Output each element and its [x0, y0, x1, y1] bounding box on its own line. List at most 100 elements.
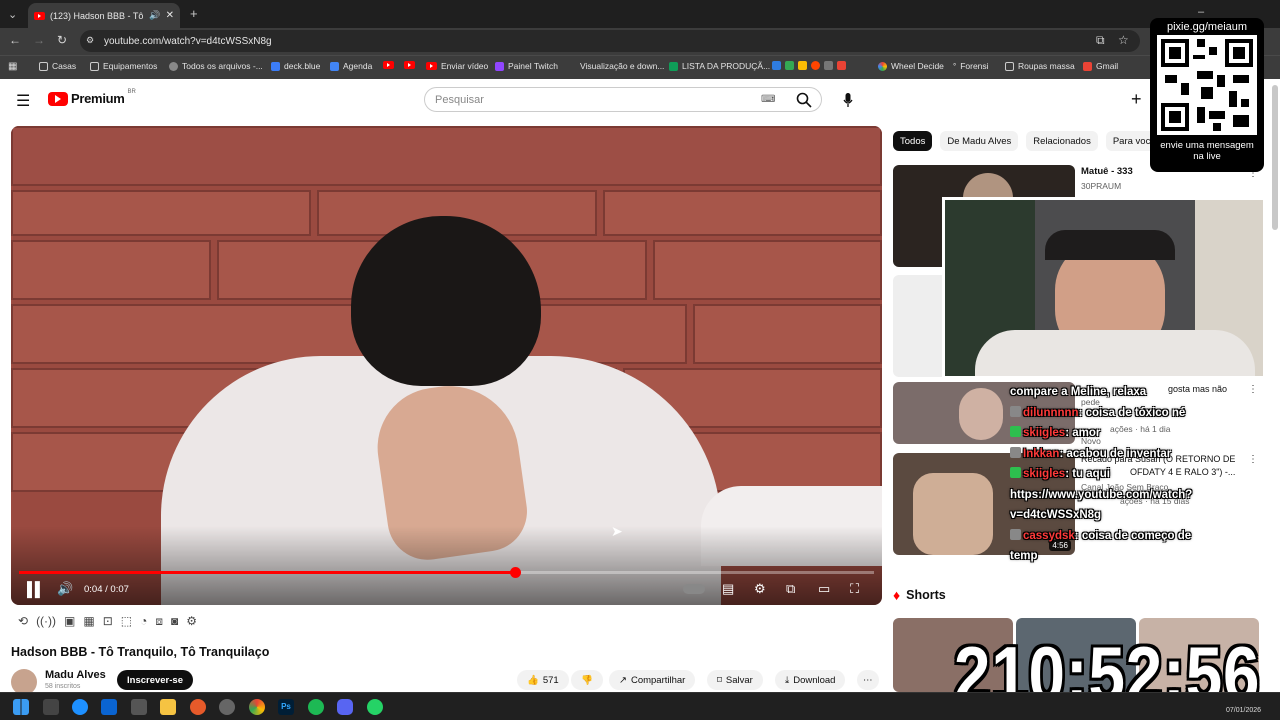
bookmark-painel-twitch[interactable]: Painel Twitch	[495, 61, 558, 71]
whatsapp-icon[interactable]	[367, 699, 383, 715]
voice-search-button[interactable]	[835, 87, 860, 112]
page-scrollbar[interactable]	[1272, 85, 1278, 230]
bookmark-casas[interactable]: Casas	[39, 61, 76, 71]
apps-grid-icon[interactable]: ▦	[8, 61, 17, 72]
outlook-icon[interactable]	[101, 699, 117, 715]
windows-start-icon[interactable]	[13, 699, 29, 715]
download-button[interactable]: ⤓ Download	[775, 670, 846, 690]
search-button[interactable]	[785, 87, 822, 112]
share-button[interactable]: ↗ Compartilhar	[609, 670, 696, 690]
reload-icon[interactable]: ↻	[57, 33, 67, 47]
tab-close-icon[interactable]: ✕	[166, 10, 174, 21]
video-player[interactable]: ➤ ▌▌ 🔊 0:04 / 0:07 ▤ ⚙ ⧉ ▭ ⛶	[11, 126, 882, 605]
window-minimize-icon[interactable]: –	[1198, 6, 1204, 18]
install-app-icon[interactable]: ⧉	[1096, 33, 1105, 48]
bookmark-enviar-video[interactable]: Enviar vídeo	[426, 61, 488, 71]
audio-icon[interactable]: ((·))	[36, 614, 56, 630]
youtube-header: ☰ Premium BR Pesquisar ⌨ +	[0, 79, 1280, 123]
edge-icon[interactable]	[72, 699, 88, 715]
loop-icon[interactable]: ⟲	[18, 614, 28, 630]
chat-message: skiigles: amor	[1010, 423, 1270, 444]
tab-audio-icon[interactable]: 🔊	[149, 10, 160, 21]
reddit-icon	[811, 61, 820, 70]
bookmark-lista-producao[interactable]: LISTA DA PRODUÇÃ...	[669, 61, 770, 71]
spotify-icon[interactable]	[308, 699, 324, 715]
search-input[interactable]: Pesquisar ⌨	[424, 87, 822, 112]
browser-tab-active[interactable]: (123) Hadson BBB - Tô Tranq 🔊 ✕	[28, 3, 180, 28]
new-tab-icon[interactable]: +	[190, 6, 198, 21]
channel-name[interactable]: Madu Alves	[45, 669, 106, 681]
bookmark-deckblue[interactable]: deck.blue	[271, 61, 320, 71]
save-button[interactable]: ⌑ Salvar	[707, 670, 763, 690]
more-actions-button[interactable]: ⋯	[857, 670, 879, 690]
back-icon[interactable]: ←	[9, 33, 21, 47]
discord-icon[interactable]	[337, 699, 353, 715]
bookmark-visualizacao[interactable]: Visualização e down...	[580, 61, 664, 71]
subscribe-button[interactable]: Inscrever-se	[117, 670, 193, 690]
keyboard-icon[interactable]: ⌨	[761, 94, 775, 105]
shorts-label: Shorts	[906, 588, 946, 602]
frame-icon[interactable]: ⬚	[121, 614, 132, 630]
bookmark-youtube-1[interactable]	[383, 61, 394, 69]
miniplayer-icon[interactable]: ⧉	[786, 581, 795, 597]
store-icon[interactable]	[131, 699, 147, 715]
volume-icon[interactable]: 🔊	[57, 581, 73, 597]
subtitles-icon[interactable]: ▤	[722, 581, 734, 597]
site-info-icon[interactable]: ⚙	[86, 35, 94, 46]
crop-icon[interactable]: ⊡	[103, 614, 113, 630]
related-channel-1: 30PRAUM	[1081, 181, 1122, 191]
photoshop-icon[interactable]: Ps	[278, 699, 294, 715]
bookmark-star-icon[interactable]: ☆	[1118, 33, 1129, 47]
chip-todos[interactable]: Todos	[893, 131, 933, 151]
chat-text: : acabou de inventar	[1059, 447, 1172, 460]
task-view-icon[interactable]	[43, 699, 59, 715]
windows-taskbar: Ps 07/01/2026	[0, 692, 1280, 720]
bookmark-youtube-2[interactable]	[404, 61, 415, 69]
create-icon[interactable]: +	[1131, 89, 1142, 110]
bookmark-wheel-decide[interactable]: Wheel Decide	[878, 61, 944, 71]
screenshot-icon[interactable]: ▣	[64, 614, 75, 630]
shorts-icon: ♦	[893, 587, 901, 603]
bookmark-label: Roupas massa	[1018, 61, 1075, 71]
extension-settings-icon[interactable]: ⚙	[186, 614, 197, 630]
forward-icon[interactable]: →	[33, 33, 45, 47]
like-button[interactable]: 👍 571	[517, 670, 569, 690]
pip-icon[interactable]: ⧈	[155, 614, 163, 630]
menu-hamburger-icon[interactable]: ☰	[16, 91, 30, 111]
camera-icon[interactable]: ◙	[171, 614, 178, 630]
progress-bar[interactable]	[19, 567, 874, 578]
bookmark-label: Gmail	[1096, 61, 1119, 71]
app-icon[interactable]	[190, 699, 206, 715]
tab-list-icon[interactable]: ⌄	[8, 8, 17, 21]
bookmark-gmail[interactable]: Gmail	[1083, 61, 1118, 71]
related-title-1[interactable]: Matuê - 333	[1081, 166, 1133, 177]
speed-icon[interactable]: ◔	[140, 614, 147, 630]
settings-gear-icon[interactable]: ⚙	[754, 581, 766, 597]
file-explorer-icon[interactable]	[160, 699, 176, 715]
bookmark-forensi[interactable]: ° Forensi	[953, 61, 989, 71]
dislike-button[interactable]: 👎	[571, 670, 603, 690]
youtube-premium-logo[interactable]: Premium BR	[48, 89, 136, 106]
taskbar-date: 07/01/2026	[1226, 707, 1262, 714]
app-icon[interactable]	[219, 699, 235, 715]
bookmark-todos-arquivos[interactable]: Todos os arquivos -...	[169, 61, 263, 71]
progress-scrubber[interactable]	[509, 567, 521, 578]
tab-title: (123) Hadson BBB - Tô Tranq	[50, 10, 144, 21]
chip-relacionados[interactable]: Relacionados	[1026, 131, 1098, 151]
address-bar[interactable]: youtube.com/watch?v=d4tcWSSxN8g	[80, 30, 1140, 52]
bookmark-equipamentos[interactable]: Equipamentos	[90, 61, 157, 71]
bookmark-agenda[interactable]: Agenda	[330, 61, 372, 71]
bookmark-misc-icons[interactable]	[772, 61, 846, 70]
bookmark-roupas-massa[interactable]: Roupas massa	[1005, 61, 1075, 71]
chip-de-madu-alves[interactable]: De Madu Alves	[940, 131, 1019, 151]
channel-subscribers: 58 inscritos	[45, 683, 81, 690]
chrome-icon[interactable]	[249, 699, 265, 715]
save-label: Salvar	[725, 674, 753, 686]
pause-icon[interactable]: ▌▌	[27, 581, 45, 597]
theater-mode-icon[interactable]: ▭	[818, 581, 830, 597]
fullscreen-icon[interactable]: ⛶	[850, 581, 859, 597]
film-icon[interactable]: ▦	[83, 614, 94, 630]
autoplay-toggle[interactable]	[683, 584, 705, 594]
chat-badge-icon	[1010, 405, 1021, 417]
gmail-icon	[1083, 61, 1092, 71]
